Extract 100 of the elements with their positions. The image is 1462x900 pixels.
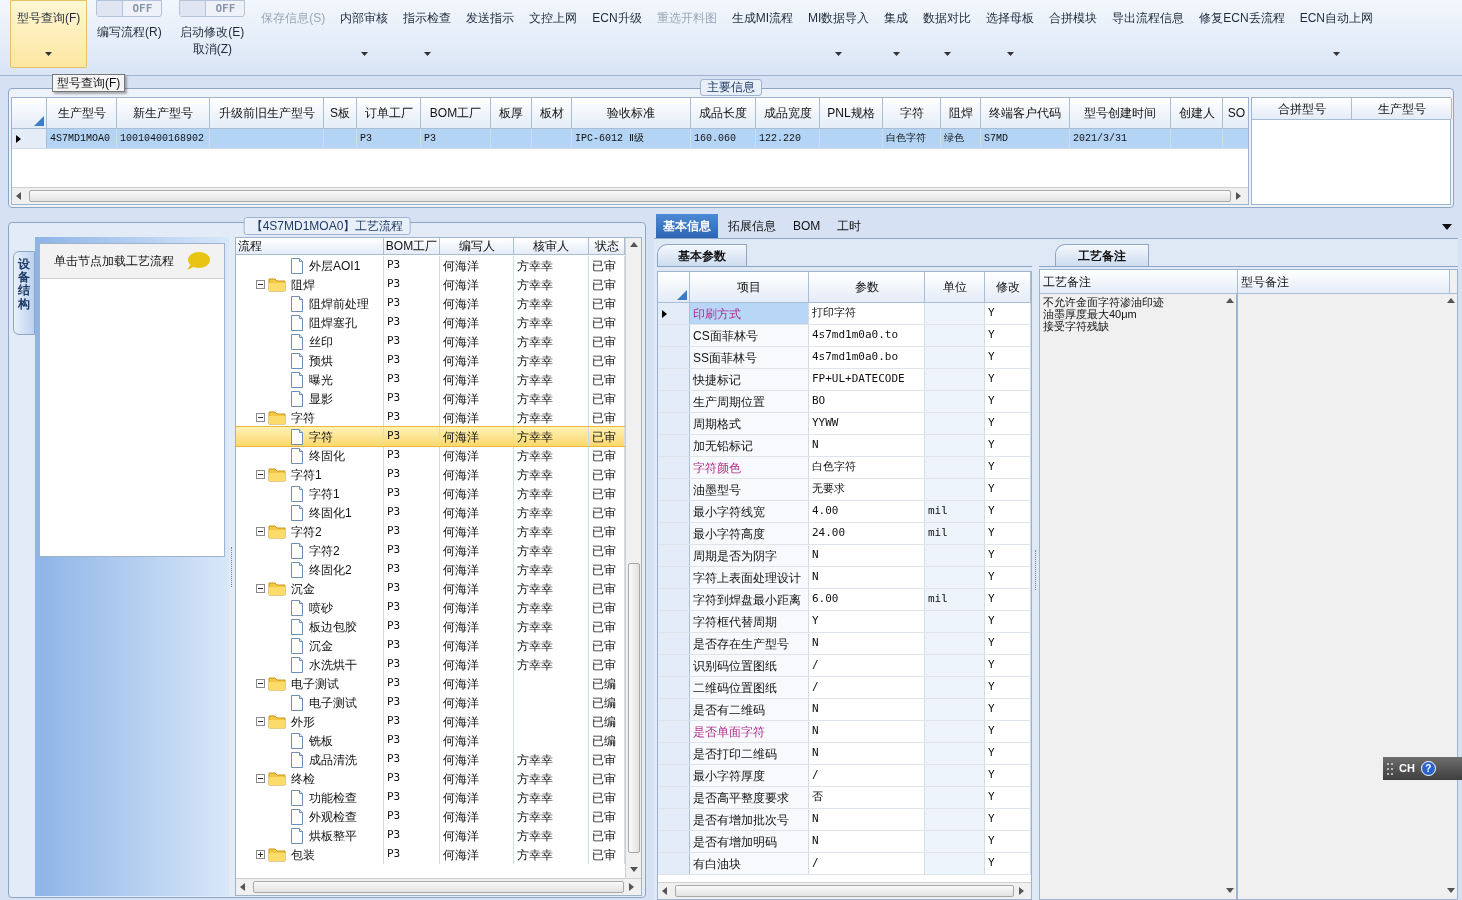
toolbar-button[interactable]: MI数据导入 [801, 0, 877, 68]
table-row[interactable]: 周期是否为阴字 N Y [658, 545, 1031, 567]
tree-row[interactable]: 喷砂 P3 何海洋 方幸幸 已审 [236, 598, 625, 617]
tree-row[interactable]: 字符 P3 何海洋 方幸幸 已审 [236, 427, 625, 446]
tree-row[interactable]: 终固化1 P3 何海洋 方幸幸 已审 [236, 503, 625, 522]
toolbar-button[interactable]: 内部审核 [333, 0, 396, 68]
table-row[interactable]: 油墨型号 无要求 Y [658, 479, 1031, 501]
collapse-icon[interactable] [256, 280, 265, 289]
table-row[interactable]: 字符到焊盘最小距离 6.00 mil Y [658, 589, 1031, 611]
tab[interactable]: 基本信息 [656, 214, 718, 238]
toolbar-label[interactable]: 取消(Z) [192, 42, 232, 57]
column-header[interactable]: S板 [324, 98, 357, 128]
side-tab[interactable]: 设备结构 [13, 251, 35, 335]
tree-row[interactable]: 预烘 P3 何海洋 方幸幸 已审 [236, 351, 625, 370]
column-header[interactable]: 工艺备注 [1040, 270, 1238, 293]
toolbar-button[interactable]: 发送指示 [459, 0, 522, 68]
tree-row[interactable]: 字符2 P3 何海洋 方幸幸 已审 [236, 541, 625, 560]
tree-row[interactable]: 终固化 P3 何海洋 方幸幸 已审 [236, 446, 625, 465]
dropdown-icon[interactable] [1442, 224, 1452, 230]
column-header[interactable]: 升级前旧生产型号 [210, 98, 324, 128]
toolbar-button[interactable]: 修复ECN丢流程 [1192, 0, 1292, 68]
toolbar-button[interactable]: 文控上网 [522, 0, 585, 68]
collapse-icon[interactable] [256, 717, 265, 726]
table-row[interactable]: 生产周期位置 BO Y [658, 391, 1031, 413]
scrollbar-thumb[interactable] [253, 881, 624, 893]
column-header[interactable]: 型号创建时间 [1070, 98, 1171, 128]
column-header[interactable]: 核审人 [514, 238, 589, 254]
column-header[interactable]: 合拼型号 [1252, 98, 1352, 119]
column-header[interactable]: 流程 [236, 238, 384, 254]
help-button[interactable]: ? [1420, 761, 1436, 776]
table-row[interactable]: 是否单面字符 N Y [658, 721, 1031, 743]
tree-row[interactable]: 字符1 P3 何海洋 方幸幸 已审 [236, 484, 625, 503]
row-header[interactable] [658, 303, 690, 324]
tree-row[interactable]: 沉金 P3 何海洋 方幸幸 已审 [236, 579, 625, 598]
collapse-icon[interactable] [256, 413, 265, 422]
column-header[interactable]: 单位 [925, 272, 985, 302]
tree-row[interactable]: 外形 P3 何海洋 已编 [236, 712, 625, 731]
toolbar-button[interactable]: 生成MI流程 [724, 0, 800, 68]
section-tab[interactable]: 基本参数 [657, 244, 747, 266]
tree-row[interactable]: 包装 P3 何海洋 方幸幸 已审 [236, 845, 625, 864]
scrollbar-thumb[interactable] [675, 885, 1014, 897]
tree-row[interactable]: 曝光 P3 何海洋 方幸幸 已审 [236, 370, 625, 389]
tree-row[interactable]: 显影 P3 何海洋 方幸幸 已审 [236, 389, 625, 408]
toolbar-label[interactable]: 启动修改(E) [180, 25, 245, 40]
table-row[interactable]: 最小字符线宽 4.00 mil Y [658, 501, 1031, 523]
grip-icon[interactable] [1387, 761, 1393, 776]
scrollbar-thumb[interactable] [29, 190, 1231, 202]
column-header[interactable]: 状态 [589, 238, 625, 254]
collapse-icon[interactable] [256, 527, 265, 536]
table-row[interactable]: 识别码位置图纸 / Y [658, 655, 1031, 677]
column-header[interactable]: BOM工厂 [421, 98, 491, 128]
tree-row[interactable]: 终固化2 P3 何海洋 方幸幸 已审 [236, 560, 625, 579]
table-row[interactable]: 快捷标记 FP+UL+DATECODE Y [658, 369, 1031, 391]
tree-row[interactable]: 沉金 P3 何海洋 方幸幸 已审 [236, 636, 625, 655]
column-header[interactable]: 型号备注 [1238, 270, 1450, 293]
tree-row[interactable]: 外层AOI1 P3 何海洋 方幸幸 已审 [236, 256, 625, 275]
column-header[interactable]: 生产型号 [1352, 98, 1452, 119]
collapse-icon[interactable] [256, 774, 265, 783]
tree-row[interactable]: 丝印 P3 何海洋 方幸幸 已审 [236, 332, 625, 351]
tree-row[interactable]: 电子测试 P3 何海洋 已编 [236, 693, 625, 712]
toolbar-button[interactable]: 导出流程信息 [1105, 0, 1192, 68]
tree-row[interactable]: 功能检查 P3 何海洋 方幸幸 已审 [236, 788, 625, 807]
table-row[interactable]: 最小字符厚度 / Y [658, 765, 1031, 787]
horizontal-scrollbar[interactable] [236, 878, 641, 895]
column-header[interactable]: 生产型号 [47, 98, 117, 128]
column-header[interactable]: 终端客户代码 [981, 98, 1070, 128]
tree-row[interactable]: 烘板整平 P3 何海洋 方幸幸 已审 [236, 826, 625, 845]
column-header[interactable]: 修改 [985, 272, 1031, 302]
tree-row[interactable]: 水洗烘干 P3 何海洋 方幸幸 已审 [236, 655, 625, 674]
column-header[interactable]: 新生产型号 [117, 98, 210, 128]
column-header[interactable]: 板材 [532, 98, 572, 128]
row-header[interactable] [12, 129, 47, 148]
tree-row[interactable]: 阻焊塞孔 P3 何海洋 方幸幸 已审 [236, 313, 625, 332]
tree-row[interactable]: 阻焊前处理 P3 何海洋 方幸幸 已审 [236, 294, 625, 313]
column-header[interactable]: 板厚 [491, 98, 532, 128]
table-row[interactable]: 周期格式 YYWW Y [658, 413, 1031, 435]
column-header[interactable]: PNL规格 [820, 98, 883, 128]
notes-field[interactable]: 不允许金面字符渗油印迹 油墨厚度最大40μm 接受字符残缺 [1040, 294, 1238, 899]
table-row[interactable]: 是否打印二维码 N Y [658, 743, 1031, 765]
table-row[interactable]: CS面菲林号 4s7md1m0a0.to Y [658, 325, 1031, 347]
column-header[interactable]: 阻焊 [941, 98, 981, 128]
column-header[interactable]: BOM工厂 [384, 238, 440, 254]
tab[interactable]: 工时 [830, 214, 869, 238]
toolbar-button[interactable]: ECN升级 [585, 0, 649, 68]
column-header[interactable]: 订单工厂 [357, 98, 421, 128]
table-row[interactable]: 最小字符高度 24.00 mil Y [658, 523, 1031, 545]
vertical-scrollbar[interactable] [625, 238, 641, 878]
table-row[interactable]: 字符框代替周期 Y Y [658, 611, 1031, 633]
scrollbar-thumb[interactable] [627, 563, 640, 853]
table-row[interactable]: 加无铅标记 N Y [658, 435, 1031, 457]
collapse-icon[interactable] [256, 584, 265, 593]
column-header[interactable]: 编写人 [440, 238, 514, 254]
table-row[interactable]: 字符上表面处理设计 N Y [658, 567, 1031, 589]
toolbar-button[interactable]: 选择母板 [979, 0, 1042, 68]
column-header[interactable]: 字符 [883, 98, 941, 128]
tree-row[interactable]: 字符2 P3 何海洋 方幸幸 已审 [236, 522, 625, 541]
table-row[interactable]: SS面菲林号 4s7md1m0a0.bo Y [658, 347, 1031, 369]
column-header[interactable]: 项目 [690, 272, 809, 302]
splitter-handle[interactable] [1034, 549, 1037, 590]
table-row[interactable]: 字符颜色 白色字符 Y [658, 457, 1031, 479]
